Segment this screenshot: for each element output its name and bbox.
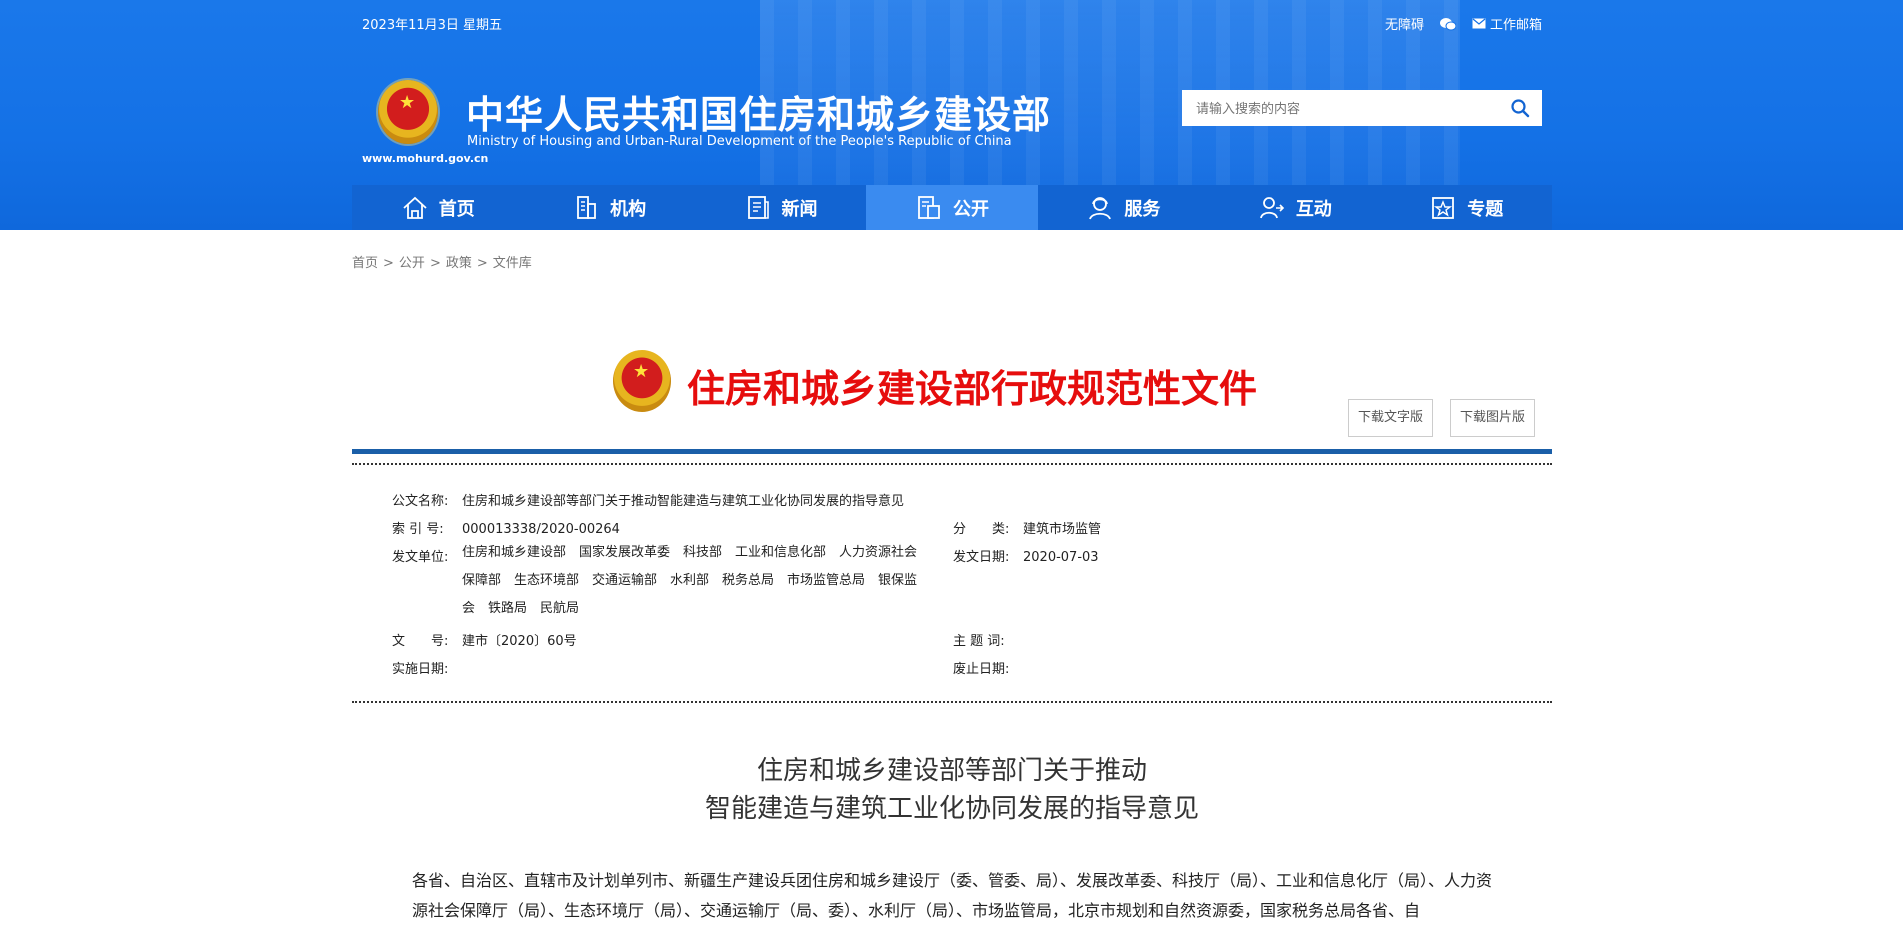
meta-row-doc-name: 公文名称: 住房和城乡建设部等部门关于推动智能建造与建筑工业化协同发展的指导意见	[392, 490, 904, 509]
breadcrumb-library[interactable]: 文件库	[493, 256, 532, 271]
dotted-divider	[352, 463, 1552, 465]
nav-item-label: 专题	[1467, 198, 1504, 220]
meta-category: 建筑市场监管	[1023, 522, 1102, 537]
document-header: 住房和城乡建设部行政规范性文件	[613, 348, 1313, 418]
search-input[interactable]	[1182, 90, 1498, 128]
news-icon	[747, 195, 769, 219]
national-emblem-icon	[613, 350, 671, 412]
nav-item-news[interactable]: 新闻	[695, 185, 866, 230]
meta-label: 文 号:	[392, 634, 449, 649]
site-title: 中华人民共和国住房和城乡建设部	[466, 93, 1052, 137]
nav-item-label: 服务	[1124, 198, 1161, 220]
meta-index: 000013338/2020-00264	[462, 522, 620, 537]
nav-item-interaction[interactable]: 互动	[1209, 185, 1380, 230]
meta-label: 公文名称:	[392, 494, 449, 509]
breadcrumb-separator: >	[476, 256, 488, 271]
top-links: 无障碍 工作邮箱	[1385, 14, 1542, 33]
document-icon	[918, 195, 940, 219]
nav-item-label: 新闻	[781, 198, 818, 220]
meta-label: 主 题 词:	[953, 634, 1005, 649]
star-icon	[1432, 196, 1455, 219]
building-icon	[577, 195, 597, 219]
meta-label: 发文单位:	[392, 550, 449, 565]
meta-label: 分 类:	[953, 522, 1010, 537]
search-box	[1182, 90, 1542, 128]
service-icon	[1089, 196, 1112, 219]
download-image-button[interactable]: 下载图片版	[1450, 399, 1536, 437]
top-bar: 2023年11月3日 星期五 无障碍 工作邮箱	[362, 14, 1542, 34]
meta-row-category: 分 类: 建筑市场监管	[953, 518, 1101, 537]
breadcrumb-public[interactable]: 公开	[399, 256, 425, 271]
meta-row-effective: 实施日期:	[392, 658, 462, 677]
meta-issue-date: 2020-07-03	[1023, 550, 1099, 565]
mail-icon	[1472, 18, 1486, 29]
interaction-icon	[1259, 196, 1284, 218]
meta-row-issuers: 发文单位: 住房和城乡建设部 国家发展改革委 科技部 工业和信息化部 人力资源社…	[392, 545, 932, 630]
nav-item-label: 公开	[952, 198, 989, 220]
site-url: www.mohurd.gov.cn	[362, 152, 489, 165]
meta-row-keywords: 主 题 词:	[953, 630, 1023, 649]
article-title-line: 住房和城乡建设部等部门关于推动	[756, 756, 1147, 786]
nav-item-service[interactable]: 服务	[1038, 185, 1209, 230]
nav-item-organization[interactable]: 机构	[523, 185, 694, 230]
site-subtitle: Ministry of Housing and Urban-Rural Deve…	[467, 134, 1012, 149]
breadcrumb-separator: >	[429, 256, 441, 271]
meta-row-issue-date: 发文日期: 2020-07-03	[953, 546, 1099, 565]
nav-item-label: 机构	[610, 198, 647, 220]
meta-label: 发文日期:	[953, 550, 1010, 565]
meta-row-doc-no: 文 号: 建市〔2020〕60号	[392, 630, 577, 649]
wechat-link[interactable]	[1439, 17, 1456, 31]
current-date: 2023年11月3日 星期五	[362, 18, 503, 33]
meta-label: 实施日期:	[392, 662, 449, 677]
breadcrumb-home[interactable]: 首页	[352, 256, 378, 271]
home-icon	[403, 196, 427, 219]
site-header: 2023年11月3日 星期五 无障碍 工作邮箱 www.mohurd.gov.c…	[0, 0, 1903, 230]
nav-item-label: 互动	[1295, 198, 1332, 220]
meta-row-repeal: 废止日期:	[953, 658, 1023, 677]
meta-row-index: 索 引 号: 000013338/2020-00264	[392, 518, 620, 537]
work-email-link[interactable]: 工作邮箱	[1472, 14, 1542, 33]
article-body: 各省、自治区、直辖市及计划单列市、新疆生产建设兵团住房和城乡建设厅（委、管委、局…	[412, 871, 1493, 920]
download-text-button[interactable]: 下载文字版	[1348, 399, 1434, 437]
article-title-line: 智能建造与建筑工业化协同发展的指导意见	[704, 794, 1199, 824]
accessibility-link[interactable]: 无障碍	[1385, 14, 1424, 33]
meta-label: 废止日期:	[953, 662, 1010, 677]
site-logo[interactable]: www.mohurd.gov.cn 中华人民共和国住房和城乡建设部 Minist…	[362, 78, 1062, 168]
nav-item-home[interactable]: 首页	[352, 185, 523, 230]
meta-doc-no: 建市〔2020〕60号	[462, 634, 577, 649]
nav-item-label: 首页	[438, 198, 475, 220]
meta-doc-name: 住房和城乡建设部等部门关于推动智能建造与建筑工业化协同发展的指导意见	[462, 494, 905, 509]
nav-item-public[interactable]: 公开	[866, 185, 1038, 230]
main-nav: 首页 机构 新闻 公开 服务 互动 专题	[352, 185, 1552, 230]
search-icon[interactable]	[1510, 98, 1530, 118]
header-divider	[352, 449, 1552, 454]
wechat-icon	[1439, 17, 1456, 30]
nav-item-topics[interactable]: 专题	[1381, 185, 1552, 230]
meta-label: 索 引 号:	[392, 522, 444, 537]
breadcrumb-policy[interactable]: 政策	[446, 256, 472, 271]
work-email-label: 工作邮箱	[1489, 18, 1542, 33]
breadcrumb: 首页 > 公开 > 政策 > 文件库	[352, 252, 532, 271]
meta-issuers: 住房和城乡建设部 国家发展改革委 科技部 工业和信息化部 人力资源社会保障部 生…	[462, 545, 918, 616]
breadcrumb-separator: >	[383, 256, 394, 271]
document-type-title: 住房和城乡建设部行政规范性文件	[687, 367, 1258, 411]
dotted-divider	[352, 701, 1552, 703]
national-emblem-icon	[378, 80, 438, 144]
article-title: 住房和城乡建设部等部门关于推动 智能建造与建筑工业化协同发展的指导意见	[352, 752, 1552, 828]
